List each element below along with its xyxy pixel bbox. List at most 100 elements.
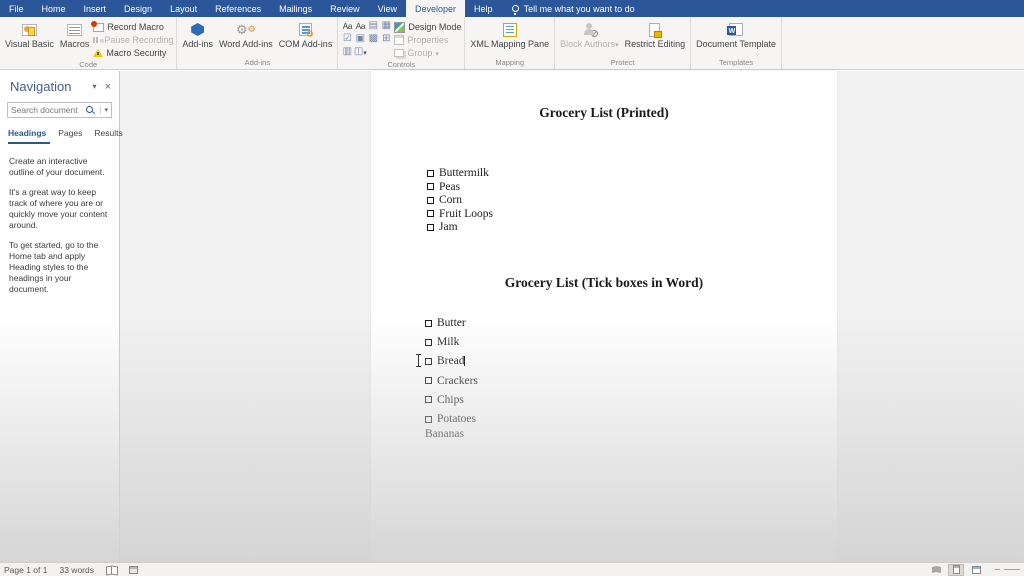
search-options-caret-icon[interactable]: ▾ — [100, 106, 108, 114]
restrict-editing-icon — [649, 23, 660, 37]
record-macro-button[interactable]: Record Macro — [93, 21, 173, 33]
tab-layout[interactable]: Layout — [161, 0, 206, 17]
repeating-section-control-button[interactable]: ▥ — [341, 46, 353, 58]
chevron-down-icon — [363, 47, 367, 57]
tab-mailings[interactable]: Mailings — [270, 0, 321, 17]
close-icon[interactable]: × — [105, 81, 111, 93]
tab-home[interactable]: Home — [33, 0, 75, 17]
page-indicator[interactable]: Page 1 of 1 — [4, 565, 47, 575]
navigation-pane: Navigation ▾ × Search document ▾ Heading… — [0, 71, 120, 562]
tell-me-box[interactable]: Tell me what you want to do — [502, 0, 645, 17]
list-item[interactable]: Jam — [427, 221, 493, 235]
list-item[interactable]: Corn — [427, 194, 493, 208]
text-cursor-caret — [464, 356, 465, 366]
mapping-group-label: Mapping — [468, 57, 551, 69]
visual-basic-button[interactable]: Visual Basic — [3, 19, 56, 49]
tickbox-control[interactable] — [425, 358, 432, 365]
list-item[interactable]: Peas — [427, 181, 493, 195]
read-mode-button[interactable] — [928, 564, 944, 576]
list-item[interactable]: Butter — [425, 314, 478, 333]
tab-design[interactable]: Design — [115, 0, 161, 17]
restrict-editing-button[interactable]: Restrict Editing — [623, 19, 688, 49]
list-item[interactable]: Bread — [425, 352, 478, 371]
word-count[interactable]: 33 words — [59, 565, 94, 575]
tickbox-control[interactable] — [425, 416, 432, 423]
print-layout-button[interactable] — [948, 564, 964, 576]
tab-view[interactable]: View — [369, 0, 406, 17]
list-item[interactable]: Crackers — [425, 372, 478, 391]
properties-icon — [394, 35, 404, 45]
word-application-window: File Home Insert Design Layout Reference… — [0, 0, 1024, 576]
date-picker-control-button[interactable]: ⊞ — [380, 33, 392, 45]
macro-recording-icon[interactable] — [129, 566, 138, 574]
picture-control-button[interactable]: ▤ — [367, 20, 379, 32]
list-item[interactable]: Buttermilk — [427, 167, 493, 181]
list-item[interactable]: Fruit Loops — [427, 208, 493, 222]
tab-developer[interactable]: Developer — [406, 0, 465, 17]
document-heading-printed[interactable]: Grocery List (Printed) — [371, 105, 837, 121]
nav-tab-pages[interactable]: Pages — [58, 126, 86, 144]
record-macro-icon — [93, 23, 104, 32]
word-document-icon — [729, 23, 743, 36]
search-input[interactable]: Search document ▾ — [7, 102, 112, 118]
protect-group-label: Protect — [558, 57, 687, 69]
com-addins-button[interactable]: COM Add-ins — [277, 19, 335, 49]
building-block-icon: ▦ — [382, 21, 391, 31]
repeating-section-icon: ▥ — [343, 47, 352, 57]
tab-help[interactable]: Help — [465, 0, 502, 17]
ribbon-tab-bar: File Home Insert Design Layout Reference… — [0, 0, 1024, 17]
status-bar: Page 1 of 1 33 words – — [0, 562, 1024, 576]
nav-tab-headings[interactable]: Headings — [8, 126, 50, 144]
document-page[interactable]: Grocery List (Printed) Buttermilk Peas C… — [371, 71, 837, 562]
ribbon-group-mapping: XML Mapping Pane Mapping — [465, 17, 555, 69]
macro-security-button[interactable]: Macro Security — [93, 47, 173, 59]
visual-basic-icon — [22, 24, 37, 36]
trailing-paragraph[interactable]: Bananas — [425, 428, 464, 440]
macros-button[interactable]: Macros — [58, 19, 92, 49]
document-template-button[interactable]: Document Template — [694, 19, 778, 49]
chevron-down-icon — [435, 48, 439, 58]
dropdown-list-control-button[interactable]: ▩ — [367, 33, 379, 45]
word-addins-button[interactable]: Word Add-ins — [217, 19, 275, 49]
tickbox-control[interactable] — [425, 396, 432, 403]
developer-ribbon: Visual Basic Macros Record Macro Pause R… — [0, 17, 1024, 70]
pane-options-caret-icon[interactable]: ▾ — [93, 82, 97, 91]
building-block-gallery-button[interactable]: ▦ — [380, 20, 392, 32]
tab-references[interactable]: References — [206, 0, 270, 17]
nav-tab-results[interactable]: Results — [94, 126, 126, 144]
combo-box-control-button[interactable]: ▣ — [354, 33, 366, 45]
ribbon-group-protect: Block Authors Restrict Editing Protect — [555, 17, 691, 69]
checkbox-control-icon: ☑ — [343, 34, 352, 44]
document-heading-tickboxes[interactable]: Grocery List (Tick boxes in Word) — [371, 275, 837, 291]
tickbox-control[interactable] — [425, 377, 432, 384]
legacy-tools-button[interactable]: ◫ — [354, 46, 366, 58]
templates-group-label: Templates — [694, 57, 778, 69]
zoom-out-button[interactable]: – — [994, 566, 1000, 574]
search-icon[interactable] — [86, 106, 94, 114]
tab-review[interactable]: Review — [321, 0, 369, 17]
addins-button[interactable]: Add-ins — [180, 19, 215, 49]
tickbox-control[interactable] — [425, 339, 432, 346]
zoom-slider[interactable] — [1004, 569, 1020, 570]
checkbox-glyph — [427, 224, 434, 231]
tickbox-control[interactable] — [425, 320, 432, 327]
xml-mapping-pane-button[interactable]: XML Mapping Pane — [468, 19, 551, 49]
tell-me-label: Tell me what you want to do — [524, 4, 635, 14]
navigation-help-text: Create an interactive outline of your do… — [0, 144, 119, 295]
tab-file[interactable]: File — [0, 0, 33, 17]
macros-icon — [67, 24, 82, 36]
proofing-errors-icon[interactable] — [106, 566, 117, 574]
group-icon — [394, 49, 404, 57]
design-mode-button[interactable]: Design Mode — [394, 21, 461, 33]
list-item[interactable]: Milk — [425, 333, 478, 352]
web-layout-button[interactable] — [968, 564, 984, 576]
checkbox-control-button[interactable]: ☑ — [341, 33, 353, 45]
code-group-label: Code — [3, 59, 173, 71]
list-item[interactable]: Potatoes — [425, 410, 478, 429]
group-button: Group — [394, 47, 461, 59]
plain-text-control-button[interactable]: Aa — [354, 20, 366, 32]
gear-small-icon — [248, 25, 256, 34]
tab-insert[interactable]: Insert — [75, 0, 116, 17]
list-item[interactable]: Chips — [425, 391, 478, 410]
rich-text-control-button[interactable]: Aa — [341, 20, 353, 32]
